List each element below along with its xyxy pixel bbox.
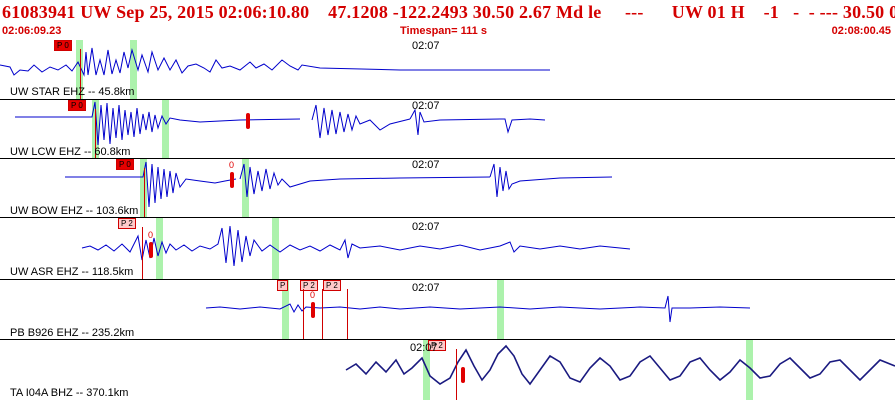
- origin-label: 0: [229, 160, 235, 170]
- start-time: 02:06:09.23: [2, 25, 62, 37]
- trace-panel-i04a[interactable]: P 2 02:07 TA I04A BHZ -- 370.1km: [0, 340, 895, 400]
- time-tick: 02:07: [410, 342, 438, 354]
- origin-label: 0: [148, 230, 154, 240]
- pick-flag[interactable]: P 0: [54, 40, 72, 51]
- waveform-trace: [345, 344, 895, 386]
- time-tick: 02:07: [412, 100, 440, 112]
- pick-line: [142, 227, 143, 279]
- time-tick: 02:07: [412, 159, 440, 171]
- origin-marker: [311, 302, 315, 318]
- timespan: Timespan= 111 s: [400, 25, 487, 37]
- pick-flag[interactable]: P 0: [68, 100, 86, 111]
- pick-line: [347, 289, 348, 339]
- origin-marker: [149, 242, 153, 258]
- pick-flag[interactable]: P 2: [118, 218, 136, 229]
- origin-label: 0: [310, 290, 316, 300]
- pick-line: [303, 289, 304, 339]
- pick-line: [456, 349, 457, 400]
- trace-panel-lcw[interactable]: P 0 02:07 UW LCW EHZ -- 60.8km: [0, 100, 895, 159]
- pick-flag[interactable]: P 2: [323, 280, 341, 291]
- origin-marker: [230, 172, 234, 188]
- station-label: UW BOW EHZ -- 103.6km: [10, 205, 139, 217]
- time-tick: 02:07: [412, 40, 440, 52]
- station-label: UW STAR EHZ -- 45.8km: [10, 86, 135, 98]
- pick-line: [144, 168, 145, 217]
- event-title: 61083941 UW Sep 25, 2015 02:06:10.80 47.…: [2, 2, 895, 22]
- seismogram-viewer: 61083941 UW Sep 25, 2015 02:06:10.80 47.…: [0, 0, 895, 400]
- trace-panel-asr[interactable]: P 2 0 02:07 UW ASR EHZ -- 118.5km: [0, 218, 895, 280]
- time-tick: 02:07: [412, 282, 440, 294]
- station-label: UW ASR EHZ -- 118.5km: [10, 266, 134, 278]
- station-label: PB B926 EHZ -- 235.2km: [10, 327, 135, 339]
- pick-flag[interactable]: P: [277, 280, 289, 291]
- waveform-trace: [15, 101, 546, 146]
- waveform-trace: [205, 295, 751, 323]
- station-label: UW LCW EHZ -- 60.8km: [10, 146, 131, 158]
- station-label: TA I04A BHZ -- 370.1km: [10, 387, 129, 399]
- trace-panel-star[interactable]: P 0 02:07 UW STAR EHZ -- 45.8km: [0, 40, 895, 100]
- origin-marker: [246, 113, 250, 129]
- trace-panel-b926[interactable]: P P 2 P 2 0 02:07 PB B926 EHZ -- 235.2km: [0, 280, 895, 340]
- pick-line: [322, 289, 323, 339]
- event-header: 61083941 UW Sep 25, 2015 02:06:10.80 47.…: [0, 0, 895, 41]
- pick-flag[interactable]: P 0: [116, 159, 134, 170]
- time-tick: 02:07: [412, 221, 440, 233]
- end-time: 02:08:00.45: [831, 25, 891, 37]
- trace-panel-bow[interactable]: P 0 0 02:07 UW BOW EHZ -- 103.6km: [0, 159, 895, 218]
- origin-marker: [461, 367, 465, 383]
